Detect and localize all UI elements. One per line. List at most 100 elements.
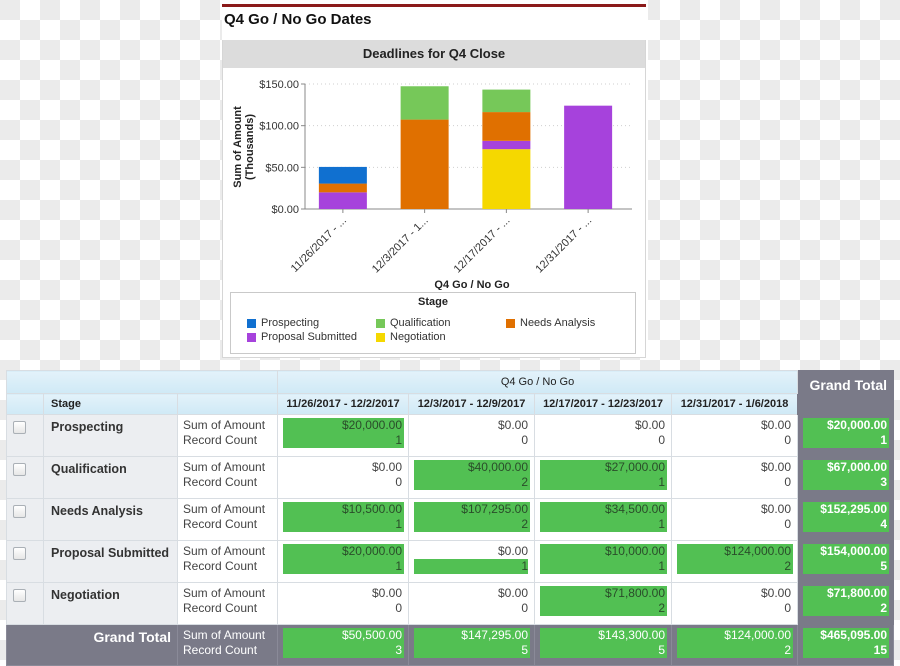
value-cell: $0.00 0: [408, 582, 536, 625]
grand-total-header: Grand Total: [797, 370, 895, 415]
measure-labels: Sum of Amount Record Count: [176, 582, 279, 625]
legend-item[interactable]: Needs Analysis: [506, 317, 595, 329]
header-blank: [5, 370, 279, 394]
legend-item[interactable]: Qualification: [376, 317, 451, 329]
stage-label: Prospecting: [43, 414, 178, 457]
record-count-value: 1: [395, 517, 403, 531]
accent-rule: [222, 4, 646, 7]
value-cell: $0.00 0: [408, 414, 536, 457]
value-cell: $0.00 0: [671, 498, 799, 541]
bar-segment-proposal-submitted: [318, 192, 367, 209]
record-count-value: 2: [784, 559, 792, 573]
bar-segment-proposal-submitted: [564, 105, 613, 209]
record-count-value: 1: [414, 559, 529, 574]
row-checkbox-cell: [6, 540, 44, 583]
amount-value: $0.00: [760, 586, 792, 600]
x-tick-label: 11/26/2017 - ...: [289, 215, 349, 275]
amount-value: $465,095.00: [820, 628, 888, 642]
record-count-value: 3: [880, 475, 888, 489]
value-cell: $0.00 0: [671, 456, 799, 499]
value-cell: $0.00 0: [534, 414, 673, 457]
legend-item[interactable]: Negotiation: [376, 331, 446, 343]
panel-title: Q4 Go / No Go Dates: [224, 11, 372, 28]
value-cell: $124,000.00 2: [671, 540, 799, 583]
date-column-header[interactable]: 12/3/2017 - 12/9/2017: [408, 393, 536, 415]
value-cell: $10,000.00 1: [534, 540, 673, 583]
x-tick-label: 12/17/2017 - ...: [452, 215, 513, 276]
measure-count-label: Record Count: [183, 433, 258, 447]
y-axis-title: Sum of Amount(Thousands): [232, 106, 256, 188]
grand-total-cell: $152,295.00 4: [797, 498, 895, 541]
measure-labels: Sum of Amount Record Count: [176, 498, 279, 541]
record-count-value: 1: [658, 475, 666, 489]
amount-value: $67,000.00: [826, 460, 888, 474]
measure-sum-label: Sum of Amount: [183, 418, 266, 432]
measure-labels: Sum of Amount Record Count: [176, 456, 279, 499]
measure-count-label: Record Count: [183, 601, 258, 615]
value-cell: $20,000.00 1: [277, 540, 410, 583]
record-count-value: 1: [395, 559, 403, 573]
grand-total-row: Grand Total Sum of Amount Record Count $50,…: [6, 624, 895, 666]
chart-panel: Q4 Go / No Go Dates Deadlines for Q4 Clo…: [222, 0, 648, 358]
measure-count-label: Record Count: [183, 517, 258, 531]
bar-segment-proposal-submitted: [482, 140, 531, 150]
bar-segment-needs-analysis: [318, 183, 367, 193]
value-box: $0.00 0: [283, 460, 404, 490]
value-box: $20,000.00 1: [283, 418, 405, 448]
stage-label: Proposal Submitted: [43, 540, 178, 583]
record-count-value: 2: [521, 517, 529, 531]
record-count-value: 5: [521, 643, 529, 657]
amount-value: $50,500.00: [341, 628, 403, 642]
date-column-header[interactable]: 12/17/2017 - 12/23/2017: [534, 393, 673, 415]
value-cell: $0.00 0: [671, 414, 799, 457]
table-row: Qualification Sum of Amount Record Count $0…: [6, 456, 895, 499]
x-tick-label: 12/31/2017 - ...: [533, 215, 594, 276]
header-row-group: Q4 Go / No Go Grand Total: [5, 370, 895, 415]
amount-value: $0.00: [760, 460, 792, 474]
grand-total-label: Grand Total: [6, 624, 178, 666]
value-box: $0.00 0: [677, 418, 793, 448]
record-count-value: 2: [784, 643, 792, 657]
amount-value: $20,000.00: [826, 418, 888, 432]
record-count-value: 5: [658, 643, 666, 657]
grand-total-cell: $67,000.00 3: [797, 456, 895, 499]
amount-value: $0.00: [760, 418, 792, 432]
amount-value: $27,000.00: [604, 460, 666, 474]
value-box: $152,295.00 4: [803, 502, 890, 532]
row-checkbox[interactable]: [13, 463, 26, 476]
row-checkbox[interactable]: [13, 547, 26, 560]
legend-item[interactable]: Prospecting: [247, 317, 319, 329]
legend-swatch: [376, 332, 385, 342]
measure-sum-label: Sum of Amount: [183, 586, 266, 600]
record-count-value: 4: [880, 517, 888, 531]
date-column-header[interactable]: 12/31/2017 - 1/6/2018: [671, 393, 799, 415]
value-cell: $27,000.00 1: [534, 456, 673, 499]
record-count-value: 1: [395, 433, 403, 447]
table-row: Prospecting Sum of Amount Record Count $20,…: [6, 414, 895, 457]
row-checkbox-cell: [6, 582, 44, 625]
value-cell: $40,000.00 2: [408, 456, 536, 499]
row-checkbox[interactable]: [13, 589, 26, 602]
value-box: $107,295.00 2: [414, 502, 531, 532]
row-checkbox[interactable]: [13, 421, 26, 434]
record-count-value: 0: [521, 433, 529, 447]
value-cell: $10,500.00 1: [277, 498, 410, 541]
y-tick-label: $0.00: [271, 204, 299, 216]
stage-label: Needs Analysis: [43, 498, 178, 541]
legend-swatch: [506, 318, 515, 328]
value-cell: $34,500.00 1: [534, 498, 673, 541]
measure-sum-label: Sum of Amount: [183, 460, 266, 474]
amount-value: $71,800.00: [826, 586, 888, 600]
table-row: Negotiation Sum of Amount Record Count $0.0…: [6, 582, 895, 625]
row-checkbox[interactable]: [13, 505, 26, 518]
stage-column-header[interactable]: Stage: [43, 393, 178, 415]
row-checkbox-cell: [6, 456, 44, 499]
date-column-header[interactable]: 11/26/2017 - 12/2/2017: [277, 393, 410, 415]
legend-label: Negotiation: [390, 331, 446, 343]
measure-count-label: Record Count: [183, 475, 258, 489]
legend-item[interactable]: Proposal Submitted: [247, 331, 357, 343]
grand-total-value-cell: $50,500.00 3: [277, 624, 410, 666]
header-blank: [6, 393, 44, 415]
x-axis-title: Q4 Go / No Go: [434, 279, 509, 290]
value-box: $0.00 0: [414, 418, 530, 448]
